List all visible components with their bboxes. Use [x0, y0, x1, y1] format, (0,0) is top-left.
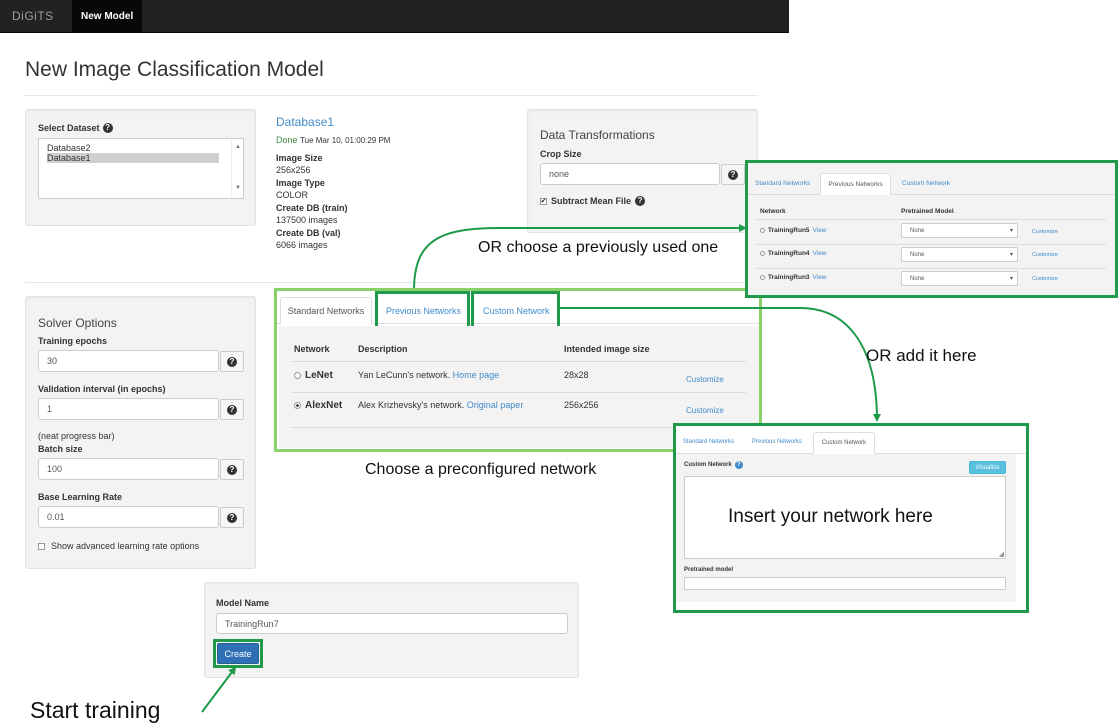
- arrow-create: [201, 666, 237, 713]
- annotation-add: OR add it here: [866, 346, 977, 365]
- arrow-previous: [413, 224, 747, 289]
- annotation-start: Start training: [30, 697, 161, 723]
- annotation-insert: Insert your network here: [728, 506, 933, 527]
- arrow-custom: [559, 307, 881, 422]
- annotation-previous: OR choose a previously used one: [478, 239, 719, 256]
- annotation-preconfigured: Choose a preconfigured network: [365, 461, 597, 478]
